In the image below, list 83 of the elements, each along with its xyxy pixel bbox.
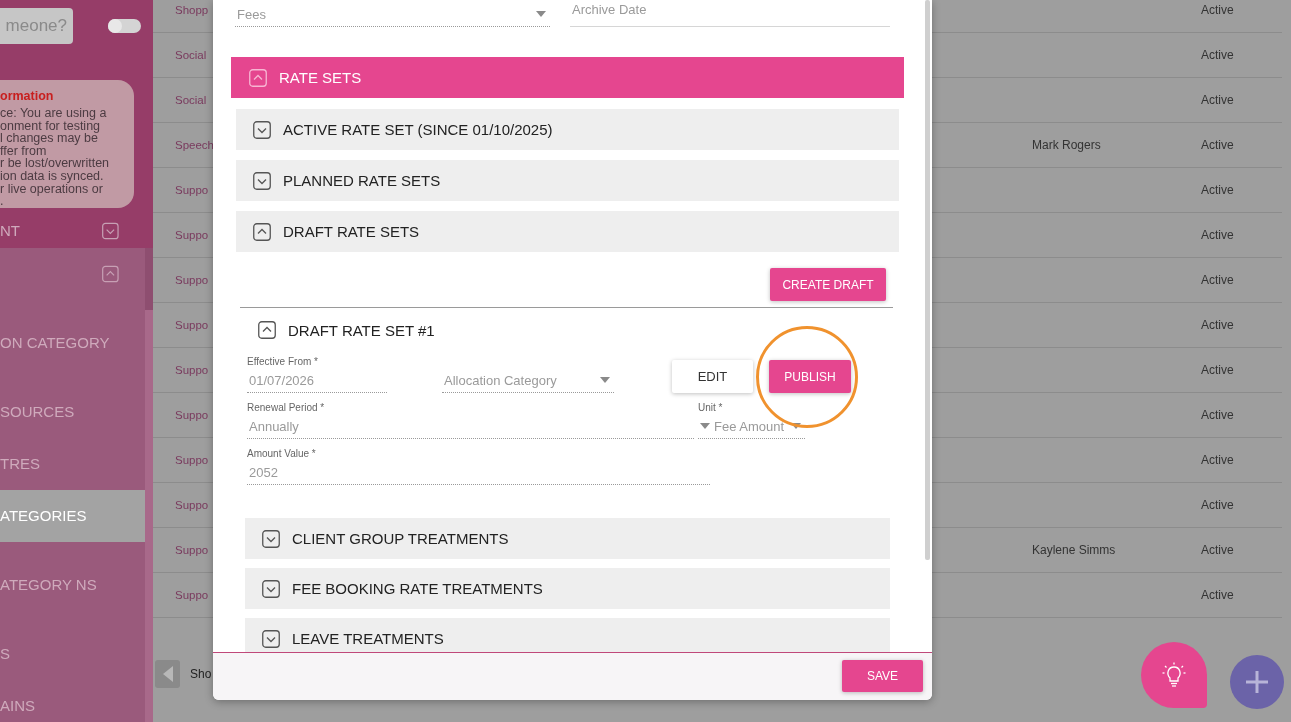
dropdown-arrow-icon — [600, 377, 610, 383]
table-cell-text: Suppo — [175, 589, 210, 601]
create-draft-button[interactable]: CREATE DRAFT — [770, 268, 886, 301]
allocation-category-dropdown[interactable]: Allocation Category — [442, 368, 614, 393]
draft-title: DRAFT RATE SET #1 — [288, 321, 435, 339]
date-field[interactable]: 01/07/2026 — [247, 368, 387, 393]
table-cell-text: Active — [1201, 318, 1235, 332]
info-title: ormation — [0, 89, 55, 103]
accordion-header[interactable]: LEAVE TREATMENTS — [245, 618, 890, 652]
pager-text: Sho — [190, 667, 212, 681]
table-cell-text: Social — [175, 49, 208, 61]
sidebar-item[interactable]: ATEGORIES — [0, 489, 145, 542]
field-label: Unit * — [698, 402, 724, 414]
table-cell-text: Active — [1201, 138, 1235, 152]
table-cell-text: Suppo — [175, 364, 210, 376]
amount-value-field[interactable]: 2052 — [247, 460, 710, 485]
dropdown-arrow-icon — [791, 423, 801, 429]
table-cell-text: Suppo — [175, 274, 210, 286]
table-cell-text: Active — [1201, 93, 1235, 107]
table-cell-text: Suppo — [175, 499, 210, 511]
accordion-header[interactable]: FEE BOOKING RATE TREATMENTS — [245, 568, 890, 609]
previous-page-button[interactable] — [155, 660, 180, 688]
chevron-up-icon[interactable] — [258, 321, 276, 339]
chevron-down-icon[interactable] — [253, 120, 271, 139]
table-cell-text: Active — [1201, 273, 1235, 287]
table-cell-text: Mark Rogers — [1032, 138, 1102, 152]
dropdown-arrow-icon — [536, 11, 546, 17]
table-cell-text: Suppo — [175, 229, 210, 241]
table-cell-text: Suppo — [175, 319, 210, 331]
toggle-switch[interactable] — [108, 19, 141, 33]
table-cell-text: Suppo — [175, 184, 210, 196]
table-cell-text: Active — [1201, 183, 1235, 197]
accordion-header[interactable]: CLIENT GROUP TREATMENTS — [245, 518, 890, 559]
table-cell-text: Kaylene Simms — [1032, 543, 1117, 557]
table-cell-text: Active — [1201, 543, 1235, 557]
accordion-header[interactable]: PLANNED RATE SETS — [236, 160, 899, 201]
renewal-period-field[interactable]: Annually — [247, 414, 694, 439]
table-cell-text: Active — [1201, 228, 1235, 242]
sidebar-item[interactable]: AINS — [0, 679, 145, 722]
chevron-down-icon[interactable] — [102, 221, 119, 240]
field-label: Renewal Period * — [247, 402, 326, 414]
table-cell-text: Shopp — [175, 4, 210, 16]
chevron-down-icon[interactable] — [262, 579, 280, 598]
section-header[interactable]: RATE SETS — [231, 57, 904, 98]
scrollbar[interactable] — [145, 247, 153, 722]
save-button[interactable]: SAVE — [842, 660, 923, 692]
unit-dropdown[interactable]: Fee Amount — [698, 414, 805, 439]
sidebar-item[interactable]: ON CATEGORY — [0, 299, 145, 386]
field-label: Amount Value * — [247, 448, 317, 460]
table-cell-text: Active — [1201, 498, 1235, 512]
table-cell-text: Active — [1201, 408, 1235, 422]
chevron-down-icon[interactable] — [262, 529, 280, 548]
chevron-up-icon[interactable] — [253, 222, 271, 241]
sidebar-item[interactable]: S — [0, 627, 145, 680]
chevron-down-icon[interactable] — [253, 171, 271, 190]
table-cell-text: Suppo — [175, 409, 210, 421]
info-message: ce: You are using a onment for testing l changes may be ffer from r be lost/overwritten ion data is synced. r live operations or . — [0, 107, 111, 208]
lightbulb-icon — [1162, 662, 1186, 688]
field-label: Effective From * — [247, 356, 319, 368]
dropdown-arrow-icon — [700, 423, 710, 429]
archive-date-field[interactable]: Archive Date — [570, 2, 890, 27]
plus-icon — [1245, 670, 1269, 694]
edit-button[interactable]: EDIT — [672, 360, 753, 393]
table-cell-text: Social — [175, 94, 208, 106]
scrollbar[interactable] — [925, 0, 930, 560]
table-cell-text: Suppo — [175, 544, 210, 556]
table-cell-text: Active — [1201, 363, 1235, 377]
sidebar-item[interactable]: TRES — [0, 437, 145, 490]
caret-left-icon — [162, 666, 173, 682]
sidebar-item[interactable]: ATEGORY NS — [0, 541, 145, 628]
publish-button[interactable]: PUBLISH — [769, 360, 851, 393]
table-cell-text: Active — [1201, 453, 1235, 467]
table-cell-text: Suppo — [175, 454, 210, 466]
type-dropdown[interactable]: Fees — [235, 2, 550, 27]
chevron-down-icon[interactable] — [262, 629, 280, 648]
sidebar-item[interactable]: SOURCES — [0, 385, 145, 438]
table-cell-text: Speech — [175, 139, 215, 151]
table-cell-text: Active — [1201, 48, 1235, 62]
table-cell-text: Active — [1201, 588, 1235, 602]
accordion-header[interactable]: ACTIVE RATE SET (SINCE 01/10/2025) — [236, 109, 899, 150]
search-field[interactable]: meone? — [0, 8, 73, 44]
accordion-header[interactable]: DRAFT RATE SETS — [236, 211, 899, 252]
table-cell-text: Active — [1201, 3, 1235, 17]
